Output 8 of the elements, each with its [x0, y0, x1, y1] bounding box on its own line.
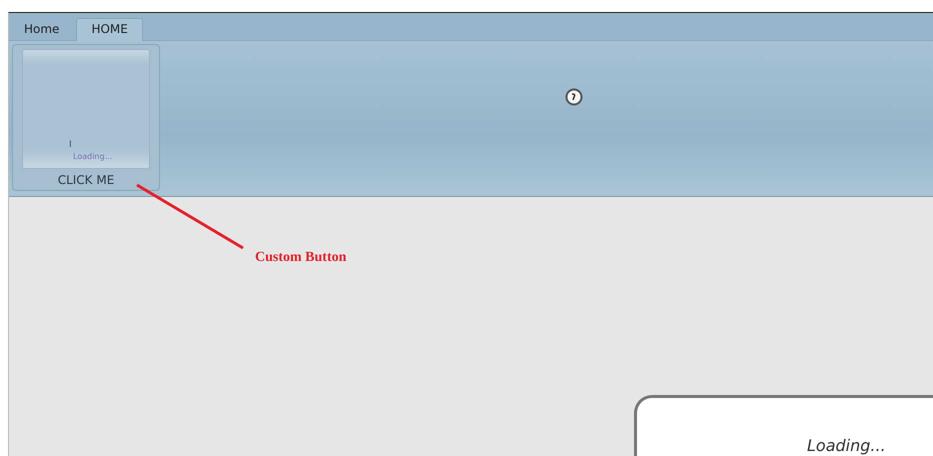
tab[interactable]: Home: [9, 18, 74, 40]
annotation-label: Custom Button: [255, 249, 346, 267]
loading-text: Loading...: [73, 152, 114, 162]
loading-text: Loading...: [807, 435, 886, 456]
custom-button[interactable]: I Loading... CLICK ME: [12, 44, 160, 191]
tab[interactable]: HOME: [76, 18, 143, 41]
spinner-icon: [565, 88, 583, 106]
cursor-mark: I: [69, 140, 73, 152]
